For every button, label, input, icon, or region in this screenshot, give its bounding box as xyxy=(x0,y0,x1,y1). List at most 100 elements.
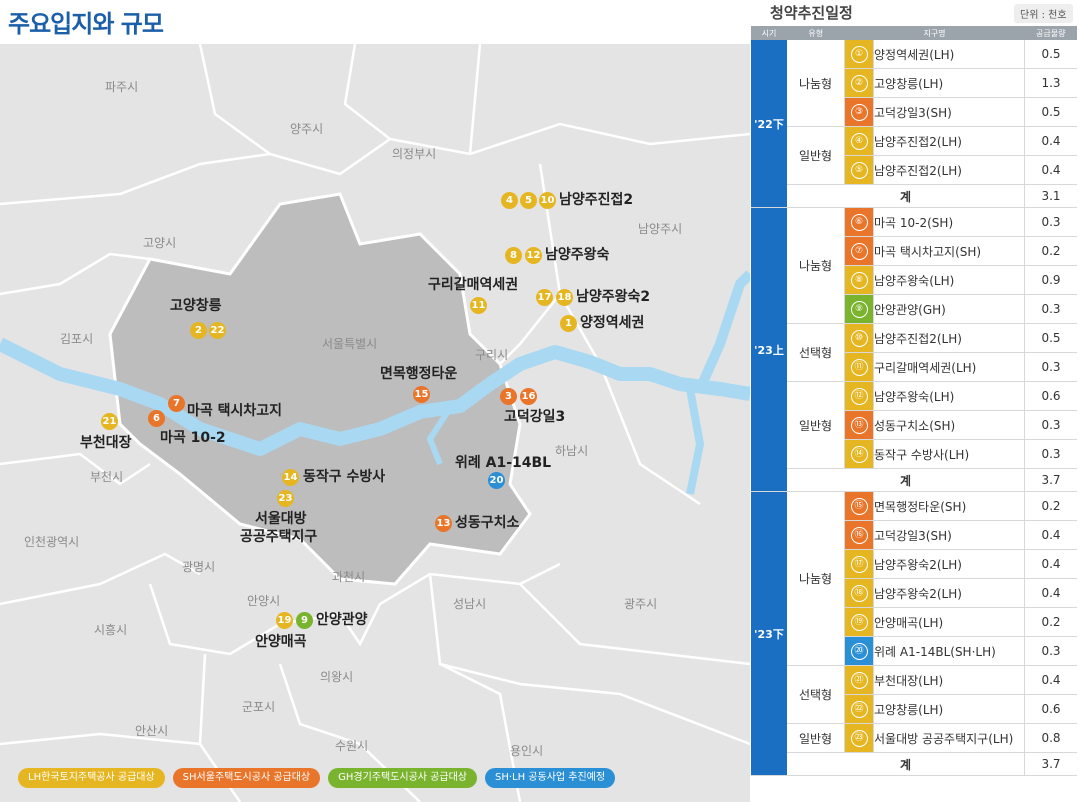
legend-lh: LH한국토지주택공사 공급대상 xyxy=(18,768,165,788)
district-name: 남양주진접2(LH) xyxy=(873,323,1025,353)
number-cell: ⑫ xyxy=(844,381,874,411)
project-badge[interactable]: 21 xyxy=(101,413,118,430)
project-badge[interactable]: 1 xyxy=(560,315,577,332)
number-cell: ⑮ xyxy=(844,491,874,521)
region-label: 고양시 xyxy=(143,236,177,250)
project-badge[interactable]: 9 xyxy=(296,612,313,629)
supply-amount: 0.3 xyxy=(1024,207,1077,237)
number-cell: ⑤ xyxy=(844,155,874,185)
district-name: 남양주왕숙(LH) xyxy=(873,381,1025,411)
type-cell: 일반형 xyxy=(787,381,845,469)
region-label: 의정부시 xyxy=(392,147,437,161)
project-badge[interactable]: 20 xyxy=(488,472,505,489)
schedule-row: '22下 나눔형 ① 양정역세권(LH) 0.5 xyxy=(751,40,1077,208)
district-name: 남양주진접2(LH) xyxy=(873,126,1025,156)
project-label: 구리갈매역세권 xyxy=(428,277,519,293)
number-badge: ⑮ xyxy=(850,498,868,515)
project-badge[interactable]: 7 xyxy=(168,395,185,412)
project-badge[interactable]: 19 xyxy=(276,612,293,629)
number-badge: ⑬ xyxy=(850,417,868,434)
project-badge[interactable]: 23 xyxy=(277,490,294,507)
number-cell: ⑪ xyxy=(844,352,874,382)
project-badge[interactable]: 4 xyxy=(501,192,518,209)
supply-amount: 0.3 xyxy=(1024,636,1077,666)
supply-amount: 0.5 xyxy=(1024,97,1077,127)
number-cell: ⑧ xyxy=(844,265,874,295)
project-badge[interactable]: 17 xyxy=(536,289,553,306)
number-cell: ⑱ xyxy=(844,578,874,608)
project-label: 공공주택지구 xyxy=(240,529,318,545)
project-label: 남양주왕숙 xyxy=(545,247,610,263)
district-name: 고양창릉(LH) xyxy=(873,68,1025,98)
number-cell: ㉓ xyxy=(844,723,874,753)
project-label: 마곡 택시차고지 xyxy=(187,403,283,419)
region-label: 서울특별시 xyxy=(322,337,378,351)
project-badge[interactable]: 5 xyxy=(520,192,537,209)
schedule-row: 선택형 ⑩ 남양주진접2(LH) 0.5 xyxy=(751,323,1077,382)
region-label: 과천시 xyxy=(332,570,366,584)
region-label: 김포시 xyxy=(60,332,94,346)
schedule-table: 시기 유형 지구명 공급물량 '22下 나눔형 ① 양정역세권(LH) 0.5 ② 고양창릉… xyxy=(751,26,1077,776)
district-name: 서울대방 공공주택지구(LH) xyxy=(873,723,1025,753)
district-name: 안양관양(GH) xyxy=(873,294,1025,324)
district-name: 마곡 10-2(SH) xyxy=(873,207,1025,237)
number-cell: ② xyxy=(844,68,874,98)
header-period: 시기 xyxy=(751,26,787,40)
total-amount: 3.7 xyxy=(1024,468,1077,492)
project-badge[interactable]: 18 xyxy=(556,289,573,306)
period-cell: '23上 xyxy=(751,207,787,492)
number-badge: ⑲ xyxy=(850,614,868,631)
legend-joint: SH·LH 공동사업 추진예정 xyxy=(484,768,616,788)
project-label: 성동구치소 xyxy=(455,515,520,531)
project-badge[interactable]: 13 xyxy=(435,515,452,532)
number-badge: ⑫ xyxy=(850,388,868,405)
supply-amount: 0.3 xyxy=(1024,352,1077,382)
number-badge: ㉑ xyxy=(850,672,868,689)
supply-amount: 0.2 xyxy=(1024,607,1077,637)
supply-amount: 0.6 xyxy=(1024,381,1077,411)
schedule-row: 일반형 ④ 남양주진접2(LH) 0.4 xyxy=(751,126,1077,185)
schedule-row: 일반형 ㉓ 서울대방 공공주택지구(LH) 0.8 xyxy=(751,723,1077,753)
schedule-row: 일반형 ⑫ 남양주왕숙(LH) 0.6 xyxy=(751,381,1077,469)
project-badge[interactable]: 8 xyxy=(505,247,522,264)
number-badge: ⑰ xyxy=(850,556,868,573)
supply-amount: 0.2 xyxy=(1024,491,1077,521)
total-label: 계 xyxy=(787,752,1025,776)
supply-amount: 0.3 xyxy=(1024,294,1077,324)
district-name: 고덕강일3(SH) xyxy=(873,520,1025,550)
number-badge: ⑦ xyxy=(850,243,868,260)
project-badge[interactable]: 11 xyxy=(470,297,487,314)
region-label: 인천광역시 xyxy=(24,535,80,549)
number-cell: ⑯ xyxy=(844,520,874,550)
project-badge[interactable]: 2 xyxy=(190,322,207,339)
region-label: 수원시 xyxy=(335,739,369,753)
project-label: 서울대방 xyxy=(255,511,307,527)
region-label: 군포시 xyxy=(242,700,276,714)
project-label: 위례 A1-14BL xyxy=(455,455,552,471)
number-cell: ㉑ xyxy=(844,665,874,695)
district-name: 마곡 택시차고지(SH) xyxy=(873,236,1025,266)
project-badge[interactable]: 6 xyxy=(148,410,165,427)
project-badge[interactable]: 14 xyxy=(282,469,299,486)
region-label: 성남시 xyxy=(453,597,487,611)
number-cell: ④ xyxy=(844,126,874,156)
project-badge[interactable]: 22 xyxy=(209,322,226,339)
project-badge[interactable]: 12 xyxy=(525,247,542,264)
page-title: 주요입지와 규모 xyxy=(8,10,164,38)
number-badge: ③ xyxy=(850,104,868,121)
project-badge[interactable]: 10 xyxy=(539,192,556,209)
map: 파주시 양주시 의정부시 고양시 남양주시 김포시 서울특별시 구리시 부천시 … xyxy=(0,44,750,802)
number-cell: ⑭ xyxy=(844,439,874,469)
project-badge[interactable]: 15 xyxy=(413,386,430,403)
project-badge[interactable]: 16 xyxy=(520,388,537,405)
total-row: 계 3.7 xyxy=(751,752,1077,776)
project-label: 고덕강일3 xyxy=(504,409,566,425)
number-cell: ① xyxy=(844,40,874,69)
district-name: 남양주진접2(LH) xyxy=(873,155,1025,185)
number-cell: ⑥ xyxy=(844,207,874,237)
supply-amount: 0.3 xyxy=(1024,410,1077,440)
project-badge[interactable]: 3 xyxy=(500,388,517,405)
number-badge: ⑩ xyxy=(850,330,868,347)
schedule-row: '23下 나눔형 ⑮ 면목행정타운(SH) 0.2 xyxy=(751,491,1077,776)
project-label: 부천대장 xyxy=(80,435,132,451)
